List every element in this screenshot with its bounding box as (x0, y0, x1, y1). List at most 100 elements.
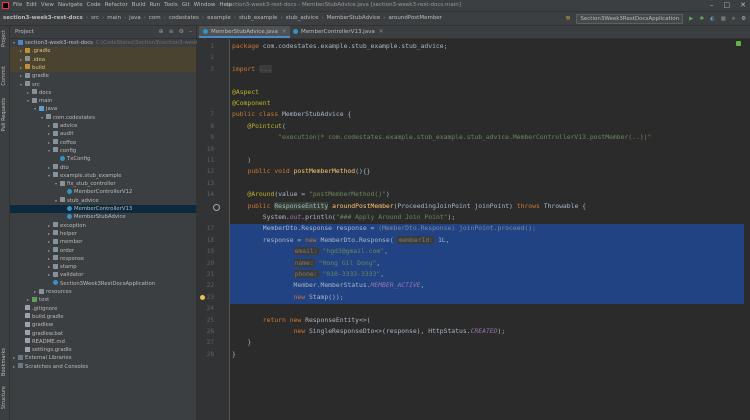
breadcrumb-item[interactable]: src (91, 15, 99, 21)
breadcrumb-separator-icon: › (163, 15, 166, 21)
breadcrumb-item[interactable]: stub_example (239, 15, 277, 21)
menu-item-build[interactable]: Build (132, 2, 146, 8)
editor-tab[interactable]: MemberControllerV13.java ✕ (289, 26, 387, 38)
code-line: ) (230, 155, 750, 166)
breadcrumb-item[interactable]: java (129, 15, 141, 21)
breadcrumb-item[interactable]: example (207, 15, 231, 21)
tree-item-class[interactable]: MemberStubAdvice (10, 213, 196, 221)
hide-icon[interactable]: – (189, 28, 192, 35)
tree-item-folder[interactable]: ▸ build (10, 63, 196, 73)
tree-item-folder[interactable]: ▸ coffee (10, 139, 196, 147)
aop-advice-icon[interactable] (213, 203, 220, 211)
menu-item-window[interactable]: Window (194, 2, 216, 8)
hammer-icon[interactable]: ⚒ (565, 16, 570, 22)
tree-item-folder[interactable]: ▸ docs (10, 89, 196, 97)
tree-item-folder[interactable]: ▸ Scratches and Consoles (10, 363, 196, 371)
tree-item-file[interactable]: gradlew (10, 321, 196, 329)
tree-item-folder[interactable]: ▸ order (10, 247, 196, 255)
menu-item-file[interactable]: File (13, 2, 22, 8)
maximize-icon[interactable]: □ (724, 1, 731, 9)
breadcrumb-item[interactable]: stub_advice (286, 15, 319, 21)
run-icon[interactable]: ▶ (689, 16, 693, 22)
tree-item-folder[interactable]: ▾ stub_advice (10, 197, 196, 205)
tree-item-class[interactable]: Section3Week3RestDocsApplication (10, 280, 196, 288)
close-tab-icon[interactable]: ✕ (282, 29, 287, 35)
code-token: (ProceedingJoinPoint joinPoint) (393, 201, 517, 210)
close-icon[interactable]: ✕ (740, 1, 746, 9)
options-icon[interactable]: ⚙ (179, 28, 184, 35)
coverage-icon[interactable]: ◐ (710, 16, 715, 22)
tree-item-folder[interactable]: ▾ fix_stub_controller (10, 180, 196, 188)
tree-item-folder[interactable]: ▸ advice (10, 122, 196, 130)
tree-item-folder[interactable]: ▸ stamp (10, 263, 196, 271)
debug-icon[interactable]: ✱ (699, 16, 704, 22)
tree-item-folder[interactable]: ▸ dto (10, 164, 196, 172)
tree-item-folder[interactable]: ▸ gradle (10, 72, 196, 80)
minimize-icon[interactable]: – (710, 1, 714, 9)
tree-item-file[interactable]: README.md (10, 338, 196, 346)
breadcrumb-item[interactable]: MemberStubAdvice (327, 15, 381, 21)
tree-item-folder[interactable]: ▾ src (10, 81, 196, 89)
breadcrumb-item[interactable]: section3-week3-rest-docs (3, 15, 83, 21)
tree-item-class[interactable]: MemberControllerV13 (10, 205, 196, 214)
editor-scrollbar[interactable] (744, 39, 750, 420)
tree-item-folder[interactable]: ▸ resources (10, 288, 196, 296)
tree-item-folder[interactable]: ▸ test (10, 296, 196, 304)
tree-item-folder[interactable]: ▸ response (10, 255, 196, 263)
tree-item-folder[interactable]: ▾ config (10, 147, 196, 155)
tree-item-class[interactable]: TxConfig (10, 155, 196, 163)
tree-item-folder[interactable]: ▾ main (10, 97, 196, 105)
tree-item-file[interactable]: gradlew.bat (10, 330, 196, 338)
settings-icon[interactable]: ⚙ (741, 16, 746, 22)
breadcrumb-item[interactable]: codestates (169, 15, 199, 21)
tree-item-file[interactable]: settings.gradle (10, 346, 196, 354)
stop-icon[interactable]: ■ (721, 16, 726, 22)
inspection-ok-icon[interactable] (736, 41, 741, 46)
tree-item-folder[interactable]: ▸ member (10, 238, 196, 246)
breadcrumb-item[interactable]: main (107, 15, 121, 21)
locate-icon[interactable]: ⊕ (159, 28, 164, 35)
bookmarks-tool-tab[interactable]: Bookmarks (1, 348, 7, 376)
tree-item-folder[interactable]: ▾ com.codestates (10, 114, 196, 122)
menu-item-code[interactable]: Code (87, 2, 101, 8)
tree-item-folder[interactable]: ▸ helper (10, 230, 196, 238)
breadcrumb-item[interactable]: com (149, 15, 161, 21)
menu-item-refactor[interactable]: Refactor (105, 2, 128, 8)
tree-item-file[interactable]: build.gradle (10, 313, 196, 321)
code-token: package (232, 42, 263, 50)
close-tab-icon[interactable]: ✕ (379, 29, 384, 35)
menu-item-navigate[interactable]: Navigate (58, 2, 83, 8)
collapse-all-icon[interactable]: ≡ (169, 28, 174, 35)
folder-icon (25, 72, 30, 78)
breadcrumb-item[interactable]: aroundPostMember (388, 15, 441, 21)
menu-item-run[interactable]: Run (150, 2, 161, 8)
tree-item-folder[interactable]: ▸ External Libraries (10, 354, 196, 362)
lightbulb-icon[interactable] (200, 294, 205, 300)
code-editor[interactable]: package com.codestates.example.stub_exam… (230, 39, 750, 420)
search-icon[interactable]: ⌕ (732, 16, 735, 23)
tree-item-folder[interactable]: ▾ section3-week3-rest-docs C:\CodeStates\S… (10, 39, 228, 47)
structure-tool-tab[interactable]: Structure (1, 386, 7, 409)
project-tool-tab[interactable]: Project (1, 30, 7, 47)
project-panel-title[interactable]: Project (15, 29, 34, 35)
tree-item-class[interactable]: MemberControllerV12 (10, 188, 196, 196)
editor-gutter: 1 2 3 7 8 9 10 11 12 13 14 17 18 19 20 21 22 23 24 25 26 27 28 (197, 39, 230, 420)
tree-item-folder[interactable]: ▾ example.stub_example (10, 172, 196, 180)
tree-item-folder[interactable]: ▸ validator (10, 271, 196, 279)
tree-item-folder[interactable]: ▸ audit (10, 130, 196, 138)
commit-tool-tab[interactable]: Commit (1, 66, 7, 86)
tree-item-folder[interactable]: ▾ java (10, 105, 196, 113)
tree-item-file[interactable]: .gitignore (10, 305, 196, 313)
editor-tab[interactable]: MemberStubAdvice.java ✕ (199, 26, 291, 38)
menu-item-view[interactable]: View (41, 2, 54, 8)
menu-item-git[interactable]: Git (182, 2, 190, 8)
tree-item-folder[interactable]: ▸ .gradle (10, 47, 196, 56)
run-configuration-select[interactable]: Section3Week3RestDocsApplication (576, 14, 684, 24)
pull-requests-tool-tab[interactable]: Pull Requests (1, 98, 7, 131)
line-number: 13 (206, 179, 214, 187)
menu-item-tools[interactable]: Tools (164, 2, 178, 8)
tree-item-folder[interactable]: ▸ exception (10, 222, 196, 230)
menu-item-edit[interactable]: Edit (26, 2, 37, 8)
tree-item-folder[interactable]: ▸ .idea (10, 55, 196, 64)
